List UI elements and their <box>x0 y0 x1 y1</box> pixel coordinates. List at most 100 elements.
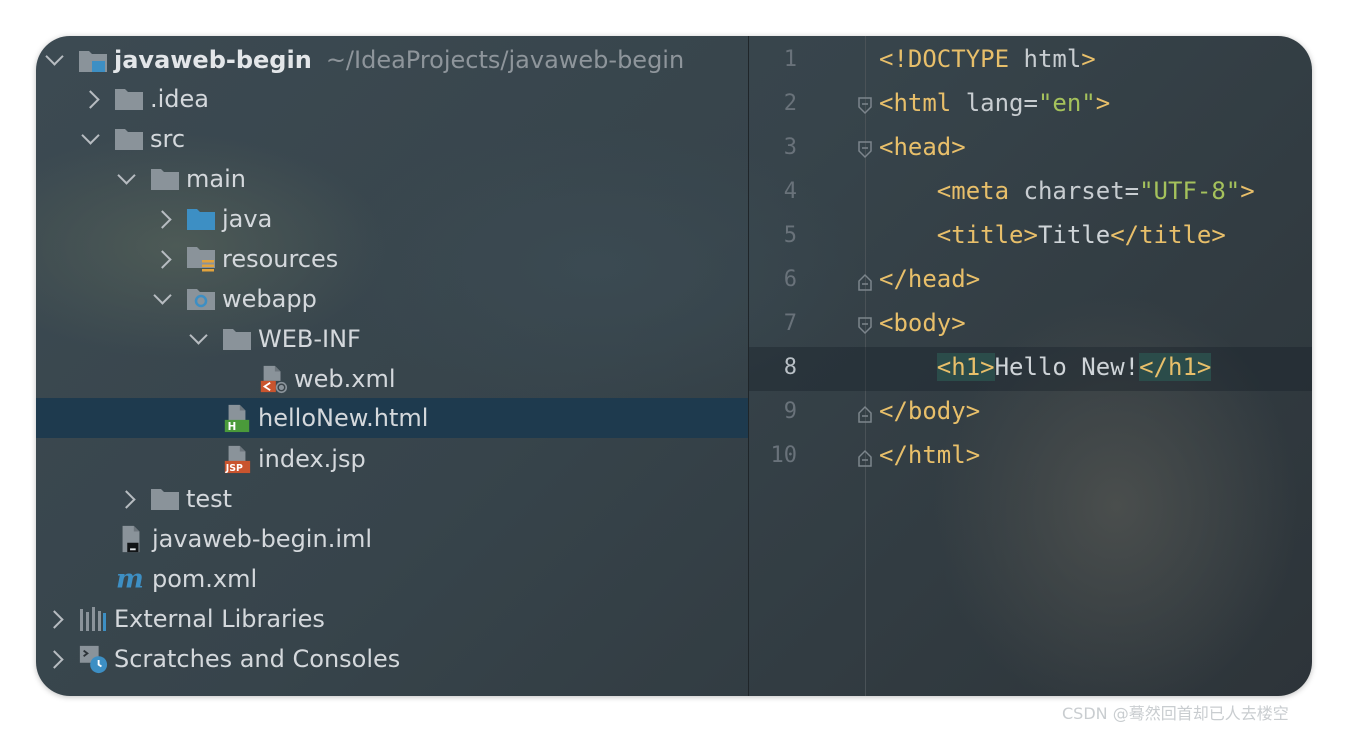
fold-open-icon[interactable] <box>857 97 873 115</box>
code-line-current[interactable]: 8 <h1>Hello New!</h1> <box>749 347 1312 391</box>
code-token: <title> <box>936 221 1038 249</box>
tree-item-label: src <box>150 125 186 153</box>
tree-item-label: Scratches and Consoles <box>114 645 401 673</box>
code-line[interactable]: 5 <title>Title</title> <box>749 215 1312 259</box>
line-number: 3 <box>783 135 797 160</box>
tree-item-iml[interactable]: javaweb-begin.iml <box>36 519 748 559</box>
code-token: <body> <box>879 309 966 337</box>
fold-open-icon[interactable] <box>857 141 873 159</box>
code-token: > <box>1081 45 1096 73</box>
chevron-down-icon[interactable] <box>112 165 140 193</box>
code-line[interactable]: 3 <head> <box>749 127 1312 171</box>
tree-item-label: helloNew.html <box>258 404 429 432</box>
tree-item-label: WEB-INF <box>258 325 361 353</box>
chevron-down-icon[interactable] <box>40 46 68 74</box>
line-number: 8 <box>783 355 797 380</box>
code-token: html <box>1009 45 1082 73</box>
code-line[interactable]: 2 <html lang="en"> <box>749 83 1312 127</box>
web-folder-icon <box>186 284 216 314</box>
line-number: 1 <box>783 47 797 72</box>
code-token: </title> <box>1110 221 1226 249</box>
tree-item-label: main <box>186 165 246 193</box>
code-editor[interactable]: 1 <!DOCTYPE html> 2 <html lang="en"> 3 <… <box>749 36 1312 696</box>
code-line[interactable]: 7 <body> <box>749 303 1312 347</box>
folder-icon <box>114 84 144 114</box>
chevron-right-icon[interactable] <box>40 645 68 673</box>
fold-open-icon[interactable] <box>857 317 873 335</box>
folder-icon <box>150 484 180 514</box>
chevron-right-icon[interactable] <box>112 485 140 513</box>
chevron-right-icon[interactable] <box>148 245 176 273</box>
code-line[interactable]: 1 <!DOCTYPE html> <box>749 39 1312 83</box>
tree-item-web-inf[interactable]: WEB-INF <box>36 319 748 359</box>
code-token: <meta <box>936 177 1010 205</box>
tree-item-web-xml[interactable]: web.xml <box>36 359 748 399</box>
tree-item-pom-xml[interactable]: m pom.xml <box>36 559 748 599</box>
tree-item-external-libraries[interactable]: External Libraries <box>36 599 748 639</box>
chevron-down-icon[interactable] <box>76 125 104 153</box>
line-number: 5 <box>783 223 797 248</box>
scratches-icon <box>78 644 108 674</box>
chevron-down-icon[interactable] <box>184 325 212 353</box>
fold-close-icon[interactable] <box>857 273 873 291</box>
module-folder-icon <box>78 45 108 75</box>
code-token: <head> <box>879 133 966 161</box>
chevron-right-icon[interactable] <box>148 205 176 233</box>
xml-file-icon <box>258 364 288 394</box>
iml-file-icon <box>116 524 146 554</box>
watermark: CSDN @蓦然回首却已人去楼空 <box>1062 704 1289 723</box>
tree-item-hellonew-html[interactable]: H helloNew.html <box>36 398 748 438</box>
code-token: = <box>1124 177 1140 205</box>
code-token-highlighted: </h1> <box>1139 353 1212 381</box>
chevron-down-icon[interactable] <box>148 285 176 313</box>
tree-item-label: .idea <box>150 85 210 113</box>
project-name: javaweb-begin <box>114 46 312 74</box>
project-tree: javaweb-begin ~/IdeaProjects/javaweb-beg… <box>36 36 748 696</box>
code-token: > <box>1240 177 1255 205</box>
code-token: charset <box>1009 177 1125 205</box>
tree-item-index-jsp[interactable]: JSP index.jsp <box>36 439 748 479</box>
fold-close-icon[interactable] <box>857 405 873 423</box>
code-token: > <box>1095 89 1111 117</box>
maven-icon: m <box>116 564 146 594</box>
tree-item-main[interactable]: main <box>36 159 748 199</box>
tree-item-label: webapp <box>222 285 317 313</box>
source-folder-icon <box>186 204 216 234</box>
code-token: </body> <box>879 397 981 425</box>
tree-root-javaweb-begin[interactable]: javaweb-begin ~/IdeaProjects/javaweb-beg… <box>36 40 748 80</box>
tree-item-label: resources <box>222 245 339 273</box>
folder-icon <box>222 324 252 354</box>
chevron-right-icon[interactable] <box>76 85 104 113</box>
tree-item-scratches[interactable]: Scratches and Consoles <box>36 639 748 679</box>
library-icon <box>78 604 108 634</box>
line-number: 9 <box>783 399 797 424</box>
tree-item-label: java <box>222 205 273 233</box>
tree-item-src[interactable]: src <box>36 119 748 159</box>
tree-item-resources[interactable]: resources <box>36 239 748 279</box>
tree-item-label: test <box>186 485 233 513</box>
line-number: 10 <box>770 443 798 468</box>
tree-item-label: index.jsp <box>258 445 366 473</box>
code-token: </head> <box>879 265 981 293</box>
code-line[interactable]: 9 </body> <box>749 391 1312 435</box>
line-number: 6 <box>783 267 797 292</box>
html-icon-letter: H <box>228 421 237 433</box>
tree-item-java[interactable]: java <box>36 199 748 239</box>
tree-item-label: pom.xml <box>152 565 258 593</box>
line-number: 2 <box>783 91 797 116</box>
fold-close-icon[interactable] <box>857 449 873 467</box>
tree-item-test[interactable]: test <box>36 479 748 519</box>
tree-item-label: web.xml <box>294 365 396 393</box>
line-number: 7 <box>783 311 797 336</box>
code-line[interactable]: 10 </html> <box>749 435 1312 479</box>
code-token: </html> <box>879 441 981 469</box>
html-file-icon: H <box>222 403 252 433</box>
tree-item-idea[interactable]: .idea <box>36 79 748 119</box>
tree-item-webapp[interactable]: webapp <box>36 279 748 319</box>
code-line[interactable]: 4 <meta charset="UTF-8"> <box>749 171 1312 215</box>
maven-icon-letter: m <box>116 564 144 594</box>
project-path: ~/IdeaProjects/javaweb-begin <box>325 46 685 74</box>
code-token: "en" <box>1037 89 1096 117</box>
code-line[interactable]: 6 </head> <box>749 259 1312 303</box>
chevron-right-icon[interactable] <box>40 605 68 633</box>
